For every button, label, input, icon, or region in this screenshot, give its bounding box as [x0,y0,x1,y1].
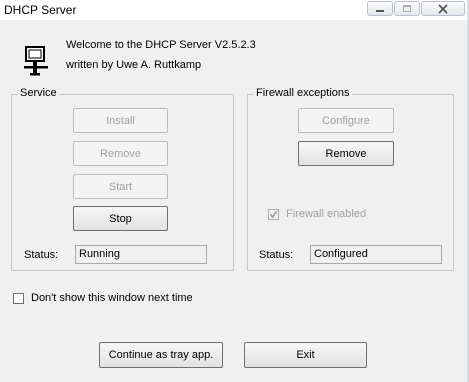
minimize-button[interactable] [367,1,393,16]
exit-button[interactable]: Exit [244,342,367,368]
check-icon [269,211,278,219]
network-computer-icon [24,46,48,76]
maximize-icon [403,4,411,12]
service-status-label: Status: [24,249,59,261]
remove-service-button[interactable]: Remove [73,141,168,166]
start-button[interactable]: Start [73,174,168,199]
dialog-client: Welcome to the DHCP Server V2.5.2.3 writ… [0,20,469,382]
author-text: written by Uwe A. Ruttkamp [66,59,202,71]
configure-button[interactable]: Configure [298,108,394,133]
install-button[interactable]: Install [73,108,168,133]
remove-firewall-button[interactable]: Remove [298,141,394,166]
firewall-enabled-label: Firewall enabled [286,208,367,220]
close-button[interactable] [421,1,465,16]
window-title: DHCP Server [4,3,77,17]
service-group-title: Service [18,87,59,99]
firewall-status-field: Configured [310,245,442,264]
minimize-icon [376,9,384,12]
firewall-group-title: Firewall exceptions [254,87,352,99]
firewall-enabled-checkbox[interactable] [268,209,279,220]
dont-show-checkbox[interactable] [13,293,24,304]
title-bar: DHCP Server [0,0,469,20]
firewall-status-label: Status: [259,249,294,261]
close-icon [438,3,448,14]
stop-button[interactable]: Stop [73,206,168,231]
service-status-field: Running [75,245,207,264]
welcome-text: Welcome to the DHCP Server V2.5.2.3 [66,39,256,51]
maximize-button[interactable] [394,1,420,16]
continue-tray-button[interactable]: Continue as tray app. [99,342,223,368]
dont-show-label: Don't show this window next time [31,292,193,304]
